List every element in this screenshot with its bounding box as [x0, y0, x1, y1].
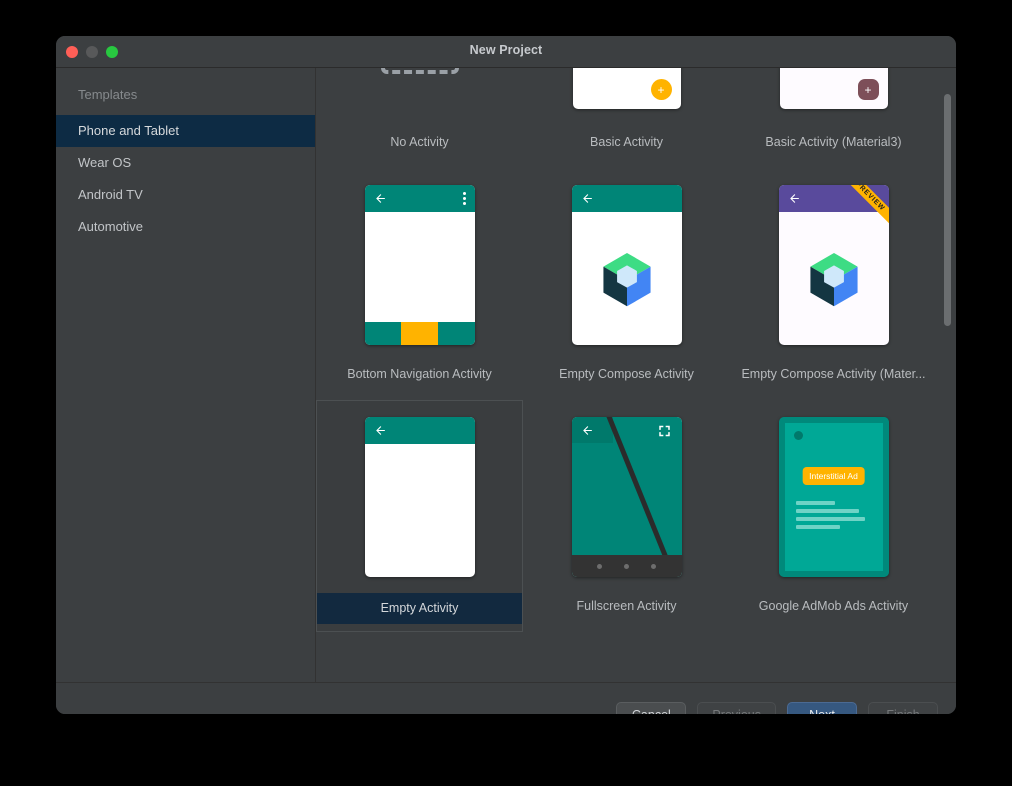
- template-label: Basic Activity: [524, 129, 729, 167]
- phone-preview: Interstitial Ad: [779, 417, 889, 577]
- template-label: Empty Activity: [317, 593, 522, 624]
- fab-add-icon: +: [651, 79, 672, 100]
- fab-add-icon: +: [858, 79, 879, 100]
- template-card-empty-compose-activity-material3[interactable]: PREVIEW: [730, 168, 937, 400]
- template-label: Empty Compose Activity: [524, 361, 729, 399]
- sidebar-item-phone-and-tablet[interactable]: Phone and Tablet: [56, 115, 315, 147]
- app-bar: [572, 185, 682, 212]
- thumbnail: +: [524, 68, 729, 129]
- template-card-empty-activity[interactable]: Empty Activity: [316, 400, 523, 632]
- phone-preview: [572, 185, 682, 345]
- back-arrow-icon: [581, 424, 594, 437]
- phone-preview: PREVIEW: [779, 185, 889, 345]
- title-bar: New Project: [56, 36, 956, 68]
- phone-preview: +: [780, 68, 888, 109]
- sidebar-item-label: Wear OS: [78, 155, 131, 170]
- new-project-dialog: New Project Templates Phone and Tablet W…: [56, 36, 956, 714]
- template-card-google-admob-ads-activity[interactable]: Interstitial Ad: [730, 400, 937, 632]
- template-card-basic-activity-material3[interactable]: + Basic Activity (Material3): [730, 68, 937, 168]
- sidebar-item-android-tv[interactable]: Android TV: [56, 179, 315, 211]
- scrollbar-thumb[interactable]: [944, 94, 951, 326]
- dialog-footer: Cancel Previous Next Finish: [56, 682, 956, 714]
- sidebar-item-automotive[interactable]: Automotive: [56, 211, 315, 243]
- bottom-navigation-bar: [365, 322, 475, 345]
- templates-grid-panel[interactable]: No Activity + Basic Activity: [316, 68, 956, 682]
- thumbnail: Interstitial Ad: [731, 401, 936, 593]
- dialog-body: Templates Phone and Tablet Wear OS Andro…: [56, 68, 956, 682]
- nav-dots: [572, 555, 682, 577]
- template-label: Google AdMob Ads Activity: [731, 593, 936, 631]
- jetpack-compose-logo-icon: [596, 248, 658, 310]
- app-bar: [365, 417, 475, 444]
- avatar-dot-icon: [794, 431, 803, 440]
- placeholder-text-lines: [796, 501, 872, 533]
- fullscreen-preview: [572, 417, 682, 577]
- thumbnail-content: [779, 212, 889, 345]
- templates-row: Empty Activity: [316, 400, 956, 632]
- bottom-nav-item-active: [401, 322, 438, 345]
- cancel-button[interactable]: Cancel: [616, 702, 686, 715]
- bottom-nav-item: [365, 322, 402, 345]
- back-arrow-icon: [374, 424, 387, 437]
- thumbnail: [524, 401, 729, 593]
- template-card-basic-activity[interactable]: + Basic Activity: [523, 68, 730, 168]
- thumbnail: +: [731, 68, 936, 129]
- phone-preview: [572, 417, 682, 577]
- template-card-bottom-navigation-activity[interactable]: Bottom Navigation Activity: [316, 168, 523, 400]
- templates-sidebar: Templates Phone and Tablet Wear OS Andro…: [56, 68, 316, 682]
- screen: New Project Templates Phone and Tablet W…: [0, 0, 1012, 786]
- previous-button: Previous: [697, 702, 776, 715]
- next-button[interactable]: Next: [787, 702, 857, 715]
- sidebar-item-label: Phone and Tablet: [78, 123, 179, 138]
- finish-button: Finish: [868, 702, 938, 715]
- template-card-empty-compose-activity[interactable]: Empty Compose Activity: [523, 168, 730, 400]
- sidebar-item-wear-os[interactable]: Wear OS: [56, 147, 315, 179]
- template-label: Bottom Navigation Activity: [317, 361, 522, 399]
- jetpack-compose-logo-icon: [803, 248, 865, 310]
- phone-preview: [365, 417, 475, 577]
- fullscreen-expand-icon: [657, 424, 672, 438]
- sidebar-item-label: Android TV: [78, 187, 143, 202]
- overflow-menu-icon: [463, 192, 466, 205]
- thumbnail: PREVIEW: [731, 169, 936, 361]
- thumbnail: [317, 68, 522, 129]
- template-card-fullscreen-activity[interactable]: Fullscreen Activity: [523, 400, 730, 632]
- app-bar: [365, 185, 475, 212]
- phone-preview: +: [573, 68, 681, 109]
- phone-preview: [365, 185, 475, 345]
- back-arrow-icon: [788, 192, 801, 205]
- template-card-no-activity[interactable]: No Activity: [316, 68, 523, 168]
- bottom-nav-item: [438, 322, 475, 345]
- interstitial-ad-button: Interstitial Ad: [802, 467, 865, 485]
- back-arrow-icon: [374, 192, 387, 205]
- dashed-placeholder-icon: [381, 68, 459, 74]
- sidebar-item-label: Automotive: [78, 219, 143, 234]
- template-label: Empty Compose Activity (Mater...: [731, 361, 936, 399]
- thumbnail: [317, 401, 522, 593]
- thumbnail-content: [572, 212, 682, 345]
- template-label: No Activity: [317, 129, 522, 167]
- sidebar-header: Templates: [56, 78, 315, 115]
- back-arrow-icon: [581, 192, 594, 205]
- thumbnail: [524, 169, 729, 361]
- template-label: Fullscreen Activity: [524, 593, 729, 631]
- templates-scrollbar[interactable]: [943, 68, 952, 682]
- templates-row: Bottom Navigation Activity: [316, 168, 956, 400]
- templates-grid: No Activity + Basic Activity: [316, 68, 956, 632]
- window-title: New Project: [56, 43, 956, 57]
- templates-row: No Activity + Basic Activity: [316, 68, 956, 168]
- thumbnail: [317, 169, 522, 361]
- template-label: Basic Activity (Material3): [731, 129, 936, 167]
- admob-preview: Interstitial Ad: [779, 417, 889, 577]
